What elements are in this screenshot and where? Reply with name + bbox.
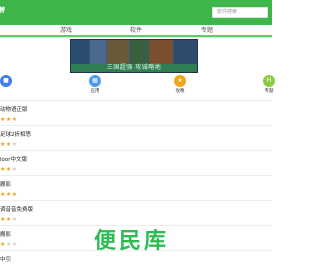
category-label: 专题 xyxy=(264,89,274,94)
category-label: 攻略 xyxy=(175,89,185,94)
search-input[interactable]: 软件搜索 xyxy=(212,7,268,18)
rating-stars: ★★★ xyxy=(0,166,18,173)
item-title[interactable]: 足球2折相思 xyxy=(0,132,31,139)
rating-stars: ★★★ xyxy=(0,191,18,198)
tab-underline xyxy=(0,35,272,37)
item-title[interactable]: 调音音免费版 xyxy=(0,207,33,214)
rating-stars: ★★★ xyxy=(0,241,18,248)
category-topics[interactable]: H 专题 xyxy=(256,75,282,99)
banner-panel xyxy=(149,40,174,64)
item-title[interactable]: 动物语正版 xyxy=(0,107,28,114)
item-title[interactable]: 中引 xyxy=(0,257,11,264)
banner-pager xyxy=(185,65,194,72)
category-games[interactable]: ■ xyxy=(0,75,19,99)
rating-stars: ★★★ xyxy=(0,141,18,148)
gamepad-icon: ■ xyxy=(0,75,12,87)
list-item[interactable]: 动物语正版 ★★★ xyxy=(0,101,272,126)
rating-stars: ★★★ xyxy=(0,216,18,223)
category-apps[interactable]: ▦ 应用 xyxy=(82,75,108,99)
banner-panel xyxy=(130,40,149,64)
guide-icon: ★ xyxy=(174,75,186,87)
banner-panel xyxy=(107,40,130,64)
apps-icon: ▦ xyxy=(89,75,101,87)
topic-icon: H xyxy=(263,75,275,87)
rating-stars: ★★★ xyxy=(0,116,18,123)
category-guides[interactable]: ★ 攻略 xyxy=(167,75,193,99)
app-header: 替 软件搜索 xyxy=(0,0,272,25)
item-title[interactable]: loor中文版 xyxy=(0,157,27,164)
list-item[interactable]: 搬影 ★★★ xyxy=(0,176,272,201)
banner-panel xyxy=(90,40,107,64)
list-item[interactable]: 调音音免费版 ★★★ xyxy=(0,201,272,226)
list-item[interactable]: 足球2折相思 ★★★ xyxy=(0,126,272,151)
category-label: 应用 xyxy=(90,89,100,94)
site-logo[interactable]: 替 xyxy=(0,6,5,16)
banner-caption: 三国超强 攻城略地 xyxy=(71,64,197,72)
item-title[interactable]: 搬影 xyxy=(0,232,11,239)
item-title[interactable]: 搬影 xyxy=(0,182,11,189)
list-item[interactable]: loor中文版 ★★★ xyxy=(0,151,272,176)
banner-panel xyxy=(174,40,197,64)
promo-banner[interactable]: 三国超强 攻城略地 xyxy=(70,39,198,73)
watermark-logo: 便民库 xyxy=(94,229,170,254)
banner-panel xyxy=(71,40,90,64)
